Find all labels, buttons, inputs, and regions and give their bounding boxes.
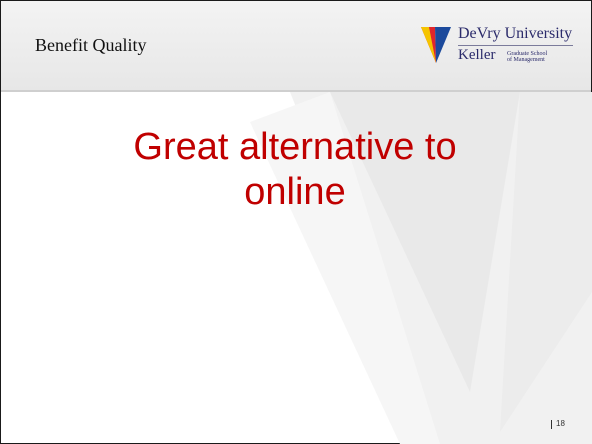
devry-keller-logo: DeVry University Keller Graduate School …	[421, 23, 573, 69]
page-number: 18	[556, 419, 565, 428]
logo-university-name: DeVry University	[458, 25, 573, 42]
logo-subtitle-line2: of Management	[507, 57, 545, 63]
slide-header: Benefit Quality DeVry University Keller …	[1, 1, 591, 92]
logo-school-name: Keller	[458, 47, 496, 63]
main-title: Great alternative to online	[40, 125, 550, 215]
devry-shield-logo-icon	[421, 27, 451, 63]
main-title-line2: online	[244, 171, 346, 213]
slide: Benefit Quality DeVry University Keller …	[0, 0, 592, 444]
logo-school-subtitle: Graduate School of Management	[507, 51, 547, 63]
slide-section-title: Benefit Quality	[35, 35, 147, 55]
main-title-line1: Great alternative to	[133, 126, 457, 168]
logo-divider	[458, 45, 573, 46]
page-number-divider	[551, 420, 552, 429]
